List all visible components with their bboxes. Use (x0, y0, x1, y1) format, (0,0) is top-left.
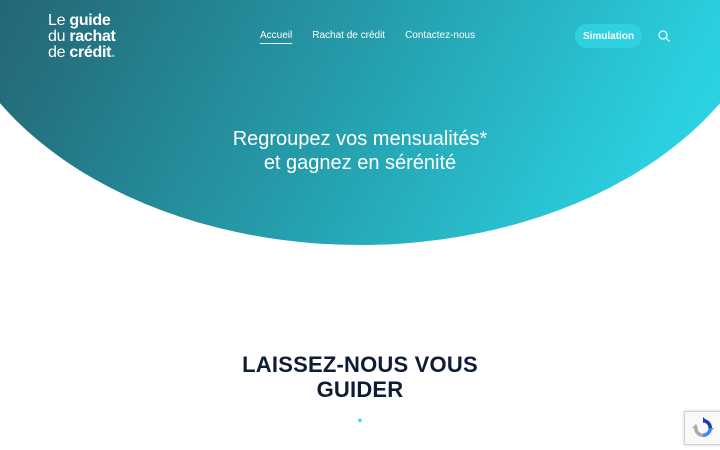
site-logo[interactable]: Le guide du rachat de crédit. (48, 13, 116, 61)
logo-dot: . (111, 44, 116, 61)
nav-item-rachat-de-credit[interactable]: Rachat de crédit (312, 30, 385, 44)
section-title: LAISSEZ-NOUS VOUS GUIDER. (160, 352, 560, 427)
nav-item-contactez-nous[interactable]: Contactez-nous (405, 30, 475, 44)
recaptcha-icon (692, 417, 714, 437)
section-title-word: GUIDER (316, 377, 404, 402)
page: Le guide du rachat de crédit. Accueil Ra… (0, 0, 720, 450)
hero-line-1: Regroupez vos mensualités* (232, 128, 488, 150)
nav-item-accueil[interactable]: Accueil (260, 30, 293, 44)
logo-text: Le (48, 12, 70, 29)
logo-text: du (48, 28, 70, 45)
logo-line-3: de crédit. (48, 45, 116, 61)
search-icon[interactable] (658, 30, 670, 42)
section-title-line-1: LAISSEZ-NOUS VOUS (242, 352, 478, 377)
section-title-line-2: GUIDER. (160, 377, 560, 427)
hero-line-2: et gagnez en sérénité (263, 152, 457, 174)
logo-line-2: du rachat (48, 29, 116, 45)
main-nav: Accueil Rachat de crédit Contactez-nous (260, 30, 475, 44)
logo-text: crédit (69, 44, 112, 61)
logo-line-1: Le guide (48, 13, 116, 29)
logo-text: de (48, 44, 70, 61)
section-title-dot: . (356, 402, 364, 427)
logo-text: rachat (69, 28, 116, 45)
hero-heading: Regroupez vos mensualités* et gagnez en … (160, 127, 560, 175)
recaptcha-badge[interactable] (684, 411, 720, 445)
logo-text: guide (69, 12, 111, 29)
simulation-button[interactable]: Simulation (575, 24, 642, 48)
